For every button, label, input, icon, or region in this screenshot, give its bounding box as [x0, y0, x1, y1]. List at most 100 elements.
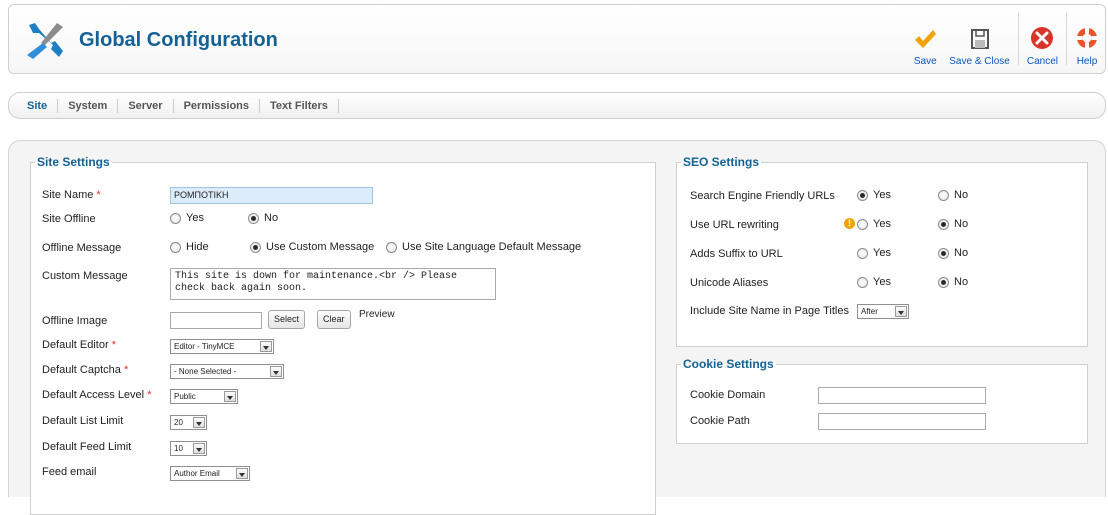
help-button-label: Help [1076, 56, 1098, 67]
tab-server[interactable]: Server [118, 98, 174, 113]
site-offline-label: Site Offline [42, 213, 96, 225]
default-captcha-row: Default Captcha * - None Selected - [31, 360, 655, 382]
site-name-titles-value: After [861, 307, 878, 316]
adds-suffix-no-radio[interactable]: No [938, 247, 968, 259]
tab-system[interactable]: System [58, 98, 119, 113]
default-captcha-value: - None Selected - [174, 367, 237, 376]
chevron-down-icon [236, 468, 248, 479]
radio-button [386, 241, 397, 253]
cookie-path-input[interactable] [818, 413, 986, 430]
offline-message-custom-radio[interactable]: Use Custom Message [250, 241, 374, 253]
page-header: Global Configuration Save Save & Close C… [8, 4, 1106, 74]
radio-label: No [954, 189, 969, 201]
settings-panel: Site Settings Site Name * ΡΟΜΠΟΤΙΚΗ Site… [8, 140, 1106, 515]
radio-label: Yes [873, 247, 891, 259]
feed-email-label: Feed email [42, 466, 97, 478]
seo-settings-fieldset: SEO Settings Search Engine Friendly URLs… [676, 155, 1088, 347]
required-marker: * [123, 364, 129, 376]
save-button[interactable]: Save [907, 5, 943, 73]
radio-button [250, 241, 261, 253]
tab-text-filters[interactable]: Text Filters [260, 98, 339, 113]
default-editor-label: Default Editor [42, 339, 109, 351]
cancel-button-label: Cancel [1026, 56, 1058, 67]
url-rewriting-yes-radio[interactable]: Yes [857, 218, 891, 230]
site-offline-no-radio[interactable]: No [248, 212, 278, 224]
radio-button [857, 247, 868, 259]
default-editor-select[interactable]: Editor - TinyMCE [170, 339, 274, 354]
site-name-titles-select[interactable]: After [857, 304, 909, 319]
default-list-limit-row: Default List Limit 20 [31, 411, 655, 433]
toolbar: Save Save & Close Cancel Help [907, 5, 1105, 73]
save-close-button[interactable]: Save & Close [943, 5, 1016, 73]
tab-site[interactable]: Site [17, 98, 59, 113]
required-marker: * [147, 389, 152, 401]
custom-message-line: This site is down for maintenance.<br />… [175, 271, 458, 282]
offline-image-input[interactable] [170, 312, 262, 329]
default-editor-row: Default Editor * Editor - TinyMCE [31, 335, 655, 357]
cookie-domain-row: Cookie Domain [677, 385, 1087, 407]
cancel-button[interactable]: Cancel [1021, 5, 1064, 73]
unicode-aliases-no-radio[interactable]: No [938, 276, 968, 288]
tools-icon [27, 23, 63, 59]
url-rewriting-row: Use URL rewriting ! Yes No [677, 215, 1087, 237]
default-feed-limit-select[interactable]: 10 [170, 441, 207, 456]
clear-button[interactable]: Clear [317, 310, 351, 329]
radio-button [938, 247, 949, 259]
preview-label: Preview [359, 309, 395, 320]
default-editor-value: Editor - TinyMCE [174, 342, 235, 351]
radio-button [857, 276, 868, 288]
site-offline-yes-radio[interactable]: Yes [170, 212, 204, 224]
offline-message-default-radio[interactable]: Use Site Language Default Message [386, 241, 581, 253]
cookie-settings-legend: Cookie Settings [683, 357, 774, 371]
default-access-value: Public [174, 392, 196, 401]
default-captcha-select[interactable]: - None Selected - [170, 364, 284, 379]
required-marker: * [96, 189, 101, 201]
radio-button [170, 212, 181, 224]
feed-email-select[interactable]: Author Email [170, 466, 250, 481]
help-button[interactable]: Help [1069, 5, 1105, 73]
site-name-titles-row: Include Site Name in Page Titles After [677, 301, 1087, 323]
sef-urls-no-radio[interactable]: No [938, 189, 968, 201]
tab-permissions[interactable]: Permissions [174, 98, 261, 113]
radio-button [938, 276, 949, 288]
url-rewriting-no-radio[interactable]: No [938, 218, 968, 230]
site-settings-legend: Site Settings [37, 155, 110, 169]
url-rewriting-label: Use URL rewriting [690, 219, 779, 231]
radio-label: No [954, 247, 969, 259]
feed-email-value: Author Email [174, 469, 220, 478]
default-feed-limit-row: Default Feed Limit 10 [31, 437, 655, 459]
save-button-label: Save [913, 56, 937, 67]
adds-suffix-label: Adds Suffix to URL [690, 248, 783, 260]
custom-message-label: Custom Message [42, 270, 128, 282]
offline-message-label: Offline Message [42, 242, 122, 254]
site-offline-row: Site Offline Yes No [31, 209, 655, 231]
radio-label: No [954, 218, 969, 230]
unicode-aliases-label: Unicode Aliases [690, 277, 769, 289]
cookie-domain-input[interactable] [818, 387, 986, 404]
chevron-down-icon [895, 306, 907, 317]
chevron-down-icon [193, 443, 205, 454]
sef-urls-row: Search Engine Friendly URLs Yes No [677, 186, 1087, 208]
site-name-input[interactable]: ΡΟΜΠΟΤΙΚΗ [170, 187, 373, 204]
chevron-down-icon [270, 366, 282, 377]
custom-message-textarea[interactable]: This site is down for maintenance.<br />… [170, 268, 496, 300]
cookie-path-row: Cookie Path [677, 411, 1087, 433]
adds-suffix-yes-radio[interactable]: Yes [857, 247, 891, 259]
unicode-aliases-yes-radio[interactable]: Yes [857, 276, 891, 288]
site-name-label: Site Name [42, 189, 94, 201]
radio-button [857, 218, 868, 230]
site-name-titles-label: Include Site Name in Page Titles [690, 305, 849, 317]
cookie-path-label: Cookie Path [690, 415, 750, 427]
default-access-select[interactable]: Public [170, 389, 238, 404]
offline-image-label: Offline Image [42, 315, 108, 327]
sef-urls-yes-radio[interactable]: Yes [857, 189, 891, 201]
offline-message-hide-radio[interactable]: Hide [170, 241, 209, 253]
cookie-settings-fieldset: Cookie Settings Cookie Domain Cookie Pat… [676, 357, 1088, 444]
default-list-limit-select[interactable]: 20 [170, 415, 207, 430]
radio-label: No [264, 212, 279, 224]
sef-urls-label: Search Engine Friendly URLs [690, 190, 835, 202]
radio-label: Yes [873, 276, 891, 288]
chevron-down-icon [260, 341, 272, 352]
select-button[interactable]: Select [268, 310, 306, 329]
radio-button [938, 218, 949, 230]
